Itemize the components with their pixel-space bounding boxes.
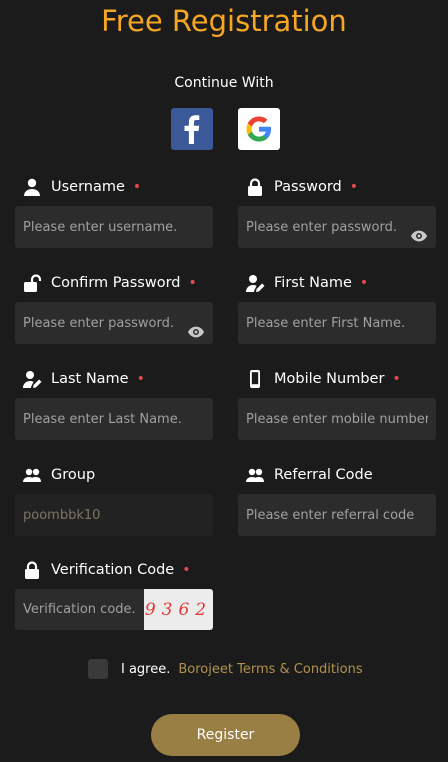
mobile-number-label: Mobile Number (274, 371, 385, 387)
required-marker: • (132, 179, 142, 195)
users-icon (245, 465, 265, 485)
last-name-label: Last Name (51, 371, 129, 387)
facebook-icon (184, 115, 200, 144)
referral-code-field-group: Referral Code (238, 464, 436, 536)
register-button[interactable]: Register (151, 714, 300, 756)
captcha-image[interactable]: 9362 (144, 589, 213, 630)
last-name-field-group: Last Name • (15, 368, 213, 440)
google-login-button[interactable] (238, 108, 280, 150)
username-input[interactable] (15, 206, 213, 248)
verification-code-field-group: Verification Code • 9362 (15, 559, 213, 630)
verification-code-input[interactable] (15, 589, 145, 630)
required-marker: • (188, 275, 197, 291)
group-label: Group (51, 467, 96, 483)
first-name-field-group: First Name • (238, 272, 436, 344)
group-field-group: Group (15, 464, 213, 536)
required-marker: • (392, 371, 401, 387)
mobile-number-field-group: Mobile Number • (238, 368, 436, 440)
phone-icon (245, 369, 265, 389)
eye-icon[interactable] (187, 323, 205, 341)
unlock-icon (22, 273, 42, 293)
continue-with-label: Continue With (174, 75, 274, 91)
required-marker: • (182, 562, 191, 578)
user-edit-icon (245, 273, 265, 293)
password-input[interactable] (238, 206, 436, 248)
password-field-group: Password • (238, 176, 436, 248)
agree-label: I agree. (121, 661, 171, 677)
username-field-group: Username • (15, 176, 213, 248)
terms-link[interactable]: Borojeet Terms & Conditions (178, 662, 362, 677)
terms-agreement: I agree. Borojeet Terms & Conditions (88, 659, 363, 679)
username-label: Username (51, 179, 125, 195)
required-marker: • (359, 275, 369, 291)
password-label: Password (274, 179, 342, 195)
eye-icon[interactable] (410, 227, 428, 245)
users-icon (22, 465, 42, 485)
required-marker: • (349, 179, 358, 195)
page-title: Free Registration (101, 4, 347, 38)
user-icon (22, 177, 42, 197)
first-name-input[interactable] (238, 302, 436, 344)
user-edit-icon (22, 369, 42, 389)
facebook-login-button[interactable] (171, 108, 213, 150)
last-name-input[interactable] (15, 398, 213, 440)
first-name-label: First Name (274, 275, 352, 291)
agree-checkbox[interactable] (88, 659, 108, 679)
required-marker: • (136, 371, 145, 387)
referral-code-input[interactable] (238, 494, 436, 536)
google-icon (246, 116, 271, 142)
lock-icon (245, 177, 265, 197)
confirm-password-input[interactable] (15, 302, 213, 344)
confirm-password-field-group: Confirm Password • (15, 272, 213, 344)
mobile-number-input[interactable] (238, 398, 436, 440)
verification-code-label: Verification Code (51, 562, 175, 578)
confirm-password-label: Confirm Password (51, 275, 181, 291)
referral-code-label: Referral Code (274, 467, 373, 483)
group-input (15, 494, 213, 536)
lock-icon (22, 560, 42, 580)
